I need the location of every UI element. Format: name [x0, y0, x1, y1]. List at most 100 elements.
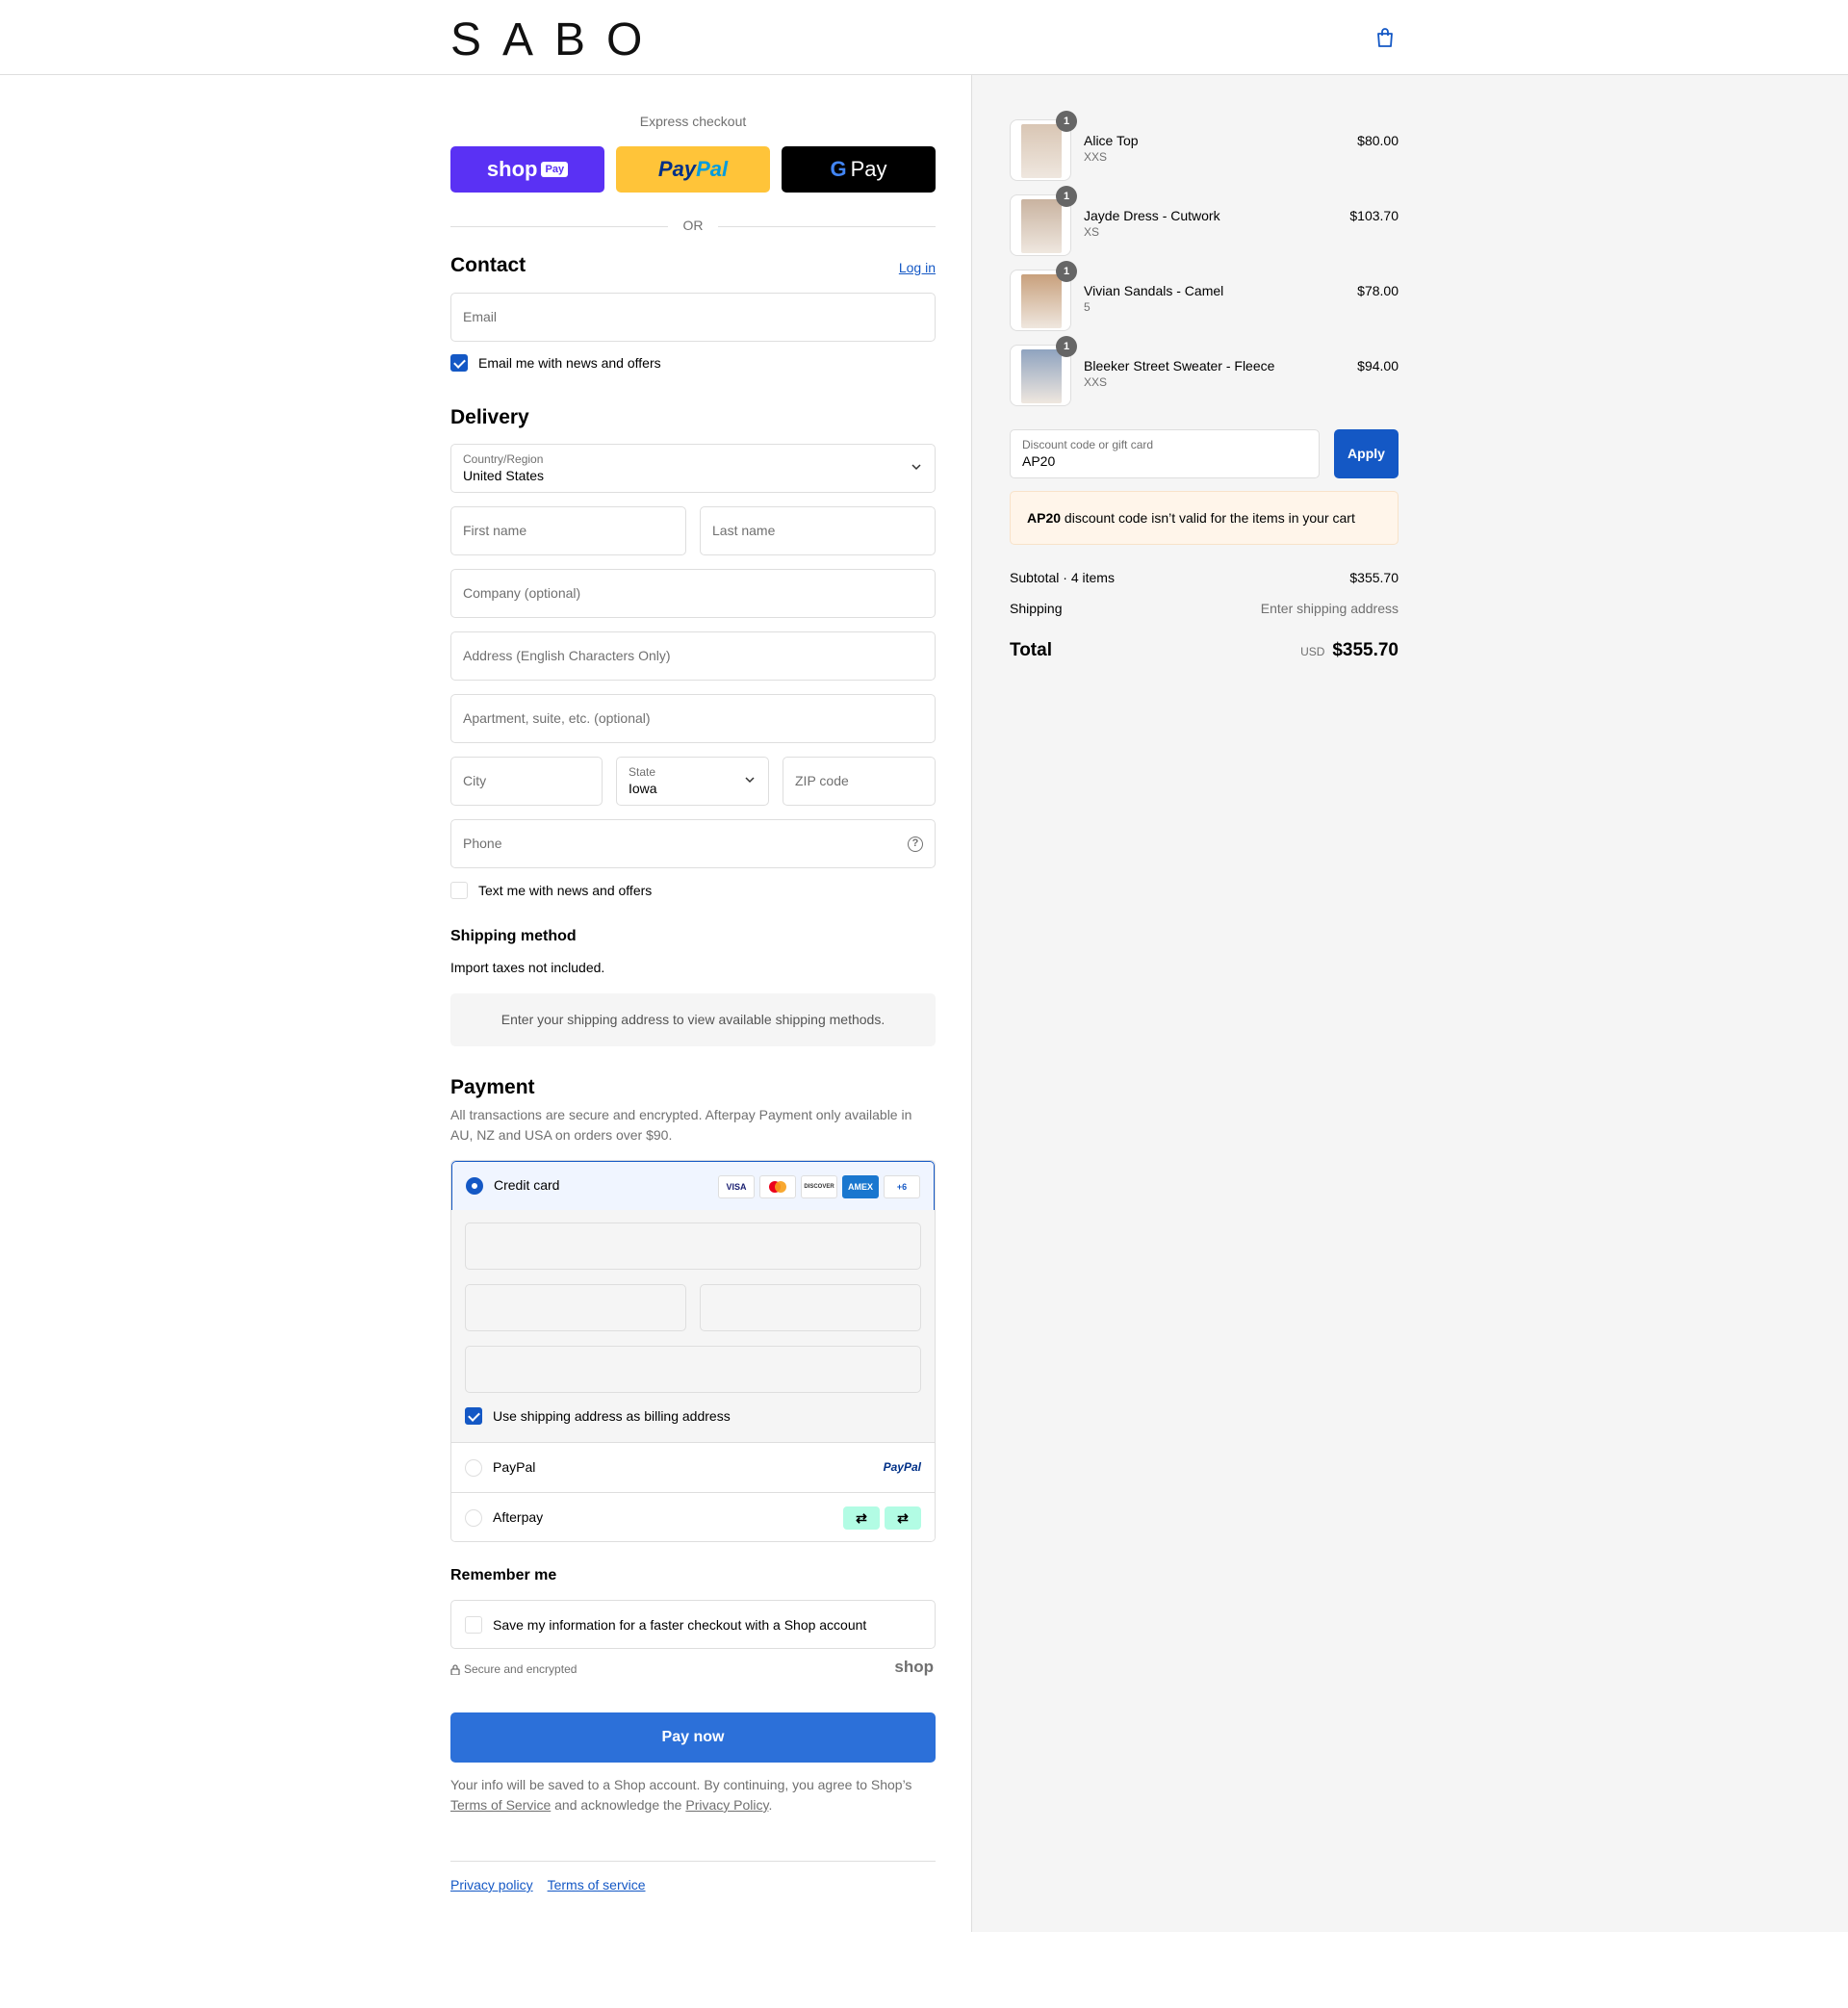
product-variant: XXS: [1084, 375, 1108, 389]
zip-placeholder: ZIP code: [795, 773, 849, 788]
more-cards-badge-text: +6: [896, 1182, 908, 1192]
paypal-label: PayPal: [493, 1459, 536, 1475]
product-image: [1021, 349, 1062, 403]
terms-of-service-link[interactable]: Terms of Service: [450, 1797, 551, 1813]
apartment-placeholder: Apartment, suite, etc. (optional): [463, 710, 651, 726]
quantity-badge: 1: [1056, 336, 1077, 357]
discount-field[interactable]: Discount code or gift card AP20: [1010, 429, 1320, 478]
city-placeholder: City: [463, 773, 487, 788]
apply-button[interactable]: Apply: [1334, 429, 1399, 478]
remember-checkbox[interactable]: [465, 1616, 482, 1634]
quantity-badge: 1: [1056, 111, 1077, 132]
card-name-field[interactable]: [465, 1346, 921, 1393]
privacy-policy-link[interactable]: Privacy Policy: [685, 1797, 768, 1813]
paypal-word-pal: Pal: [696, 157, 729, 181]
or-divider: OR: [450, 218, 936, 237]
contact-title: Contact: [450, 254, 526, 276]
shop-logo: shop: [894, 1658, 934, 1676]
discount-label: Discount code or gift card: [1022, 438, 1154, 451]
credit-card-radio[interactable]: [466, 1177, 483, 1195]
email-news-checkbox-row[interactable]: Email me with news and offers: [450, 354, 661, 372]
visa-text: VISA: [726, 1182, 747, 1192]
state-select[interactable]: State Iowa: [616, 757, 769, 806]
more-cards-badge: +6: [884, 1175, 920, 1198]
discover-text: DISCOVER: [804, 1184, 834, 1190]
paypal-option[interactable]: PayPal PayPal: [451, 1444, 935, 1493]
shopping-bag-icon[interactable]: [1374, 27, 1396, 48]
visa-icon: VISA: [718, 1175, 755, 1198]
secure-note: Secure and encrypted: [450, 1662, 577, 1676]
billing-checkbox-row[interactable]: Use shipping address as billing address: [465, 1407, 731, 1425]
paypal-logo: PayPal: [883, 1460, 921, 1474]
card-brand-icons: VISA DISCOVER AMEX +6: [718, 1175, 920, 1198]
store-logo[interactable]: SABO: [450, 13, 663, 66]
shipping-row: Shipping Enter shipping address: [1010, 601, 1399, 616]
product-price: $78.00: [1357, 283, 1399, 298]
company-field[interactable]: Company (optional): [450, 569, 936, 618]
product-price: $94.00: [1357, 358, 1399, 373]
remember-checkbox-row[interactable]: Save my information for a faster checkou…: [465, 1616, 866, 1634]
discount-value: AP20: [1022, 453, 1056, 469]
import-taxes-note: Import taxes not included.: [450, 960, 605, 975]
afterpay-radio[interactable]: [465, 1509, 482, 1527]
google-pay-button[interactable]: G Pay: [782, 146, 936, 193]
text-news-label: Text me with news and offers: [478, 883, 653, 898]
subtotal-label: Subtotal · 4 items: [1010, 570, 1115, 585]
delivery-title: Delivery: [450, 406, 529, 428]
pay-now-button[interactable]: Pay now: [450, 1712, 936, 1763]
last-name-placeholder: Last name: [712, 523, 776, 538]
footer-terms-link[interactable]: Terms of service: [548, 1877, 646, 1892]
error-text: discount code isn’t valid for the items …: [1064, 510, 1355, 526]
card-expiry-field[interactable]: [465, 1284, 686, 1331]
cart-item: 1 Vivian Sandals - Camel 5 $78.00: [1010, 261, 1399, 331]
remember-me-box[interactable]: Save my information for a faster checkou…: [450, 1600, 936, 1649]
address-field[interactable]: Address (English Characters Only): [450, 631, 936, 681]
country-label: Country/Region: [463, 452, 544, 466]
shop-pay-button[interactable]: shop Pay: [450, 146, 604, 193]
legal-text-2: and acknowledge the: [554, 1797, 682, 1813]
zip-field[interactable]: ZIP code: [783, 757, 936, 806]
email-field[interactable]: Email: [450, 293, 936, 342]
apartment-field[interactable]: Apartment, suite, etc. (optional): [450, 694, 936, 743]
shop-pay-word: shop: [486, 157, 538, 181]
amex-icon: AMEX: [842, 1175, 879, 1198]
email-news-checkbox[interactable]: [450, 354, 468, 372]
login-link[interactable]: Log in: [899, 260, 936, 275]
paypal-radio[interactable]: [465, 1459, 482, 1477]
credit-card-option[interactable]: Credit card VISA DISCOVER AMEX +6: [451, 1161, 935, 1211]
google-g-icon: G: [830, 157, 847, 181]
city-field[interactable]: City: [450, 757, 603, 806]
text-news-checkbox-row[interactable]: Text me with news and offers: [450, 882, 652, 899]
gpay-word: Pay: [850, 157, 887, 181]
card-number-field[interactable]: [465, 1223, 921, 1270]
subtotal-row: Subtotal · 4 items $355.70: [1010, 570, 1399, 585]
footer-divider: [450, 1861, 936, 1862]
help-icon[interactable]: ?: [908, 837, 923, 852]
billing-checkbox[interactable]: [465, 1407, 482, 1425]
legal-text-1: Your info will be saved to a Shop accoun…: [450, 1777, 912, 1792]
express-checkout-title: Express checkout: [639, 114, 747, 129]
afterpay-icon: ⇄: [843, 1506, 880, 1530]
address-placeholder: Address (English Characters Only): [463, 648, 671, 663]
mastercard-icon: [759, 1175, 796, 1198]
cart-item: 1 Bleeker Street Sweater - Fleece XXS $94.0…: [1010, 336, 1399, 406]
afterpay-option[interactable]: Afterpay ⇄ ⇄: [451, 1494, 935, 1541]
footer-privacy-link[interactable]: Privacy policy: [450, 1877, 533, 1892]
last-name-field[interactable]: Last name: [700, 506, 936, 555]
afterpay-badges: ⇄ ⇄: [843, 1506, 921, 1530]
legal-text: Your info will be saved to a Shop accoun…: [450, 1775, 936, 1815]
phone-field[interactable]: Phone ?: [450, 819, 936, 868]
shipping-label: Shipping: [1010, 601, 1063, 616]
or-text: OR: [682, 218, 704, 233]
country-select[interactable]: Country/Region United States: [450, 444, 936, 493]
discount-error: AP20 discount code isn’t valid for the i…: [1010, 491, 1399, 545]
paypal-button[interactable]: Pay Pal: [616, 146, 770, 193]
card-security-code-field[interactable]: [700, 1284, 921, 1331]
credit-card-label: Credit card: [494, 1177, 560, 1193]
shipping-info-box: Enter your shipping address to view avai…: [450, 993, 936, 1046]
first-name-field[interactable]: First name: [450, 506, 686, 555]
state-label: State: [629, 765, 656, 779]
paypal-word-pay: Pay: [657, 157, 697, 181]
error-code: AP20: [1027, 510, 1062, 526]
text-news-checkbox[interactable]: [450, 882, 468, 899]
